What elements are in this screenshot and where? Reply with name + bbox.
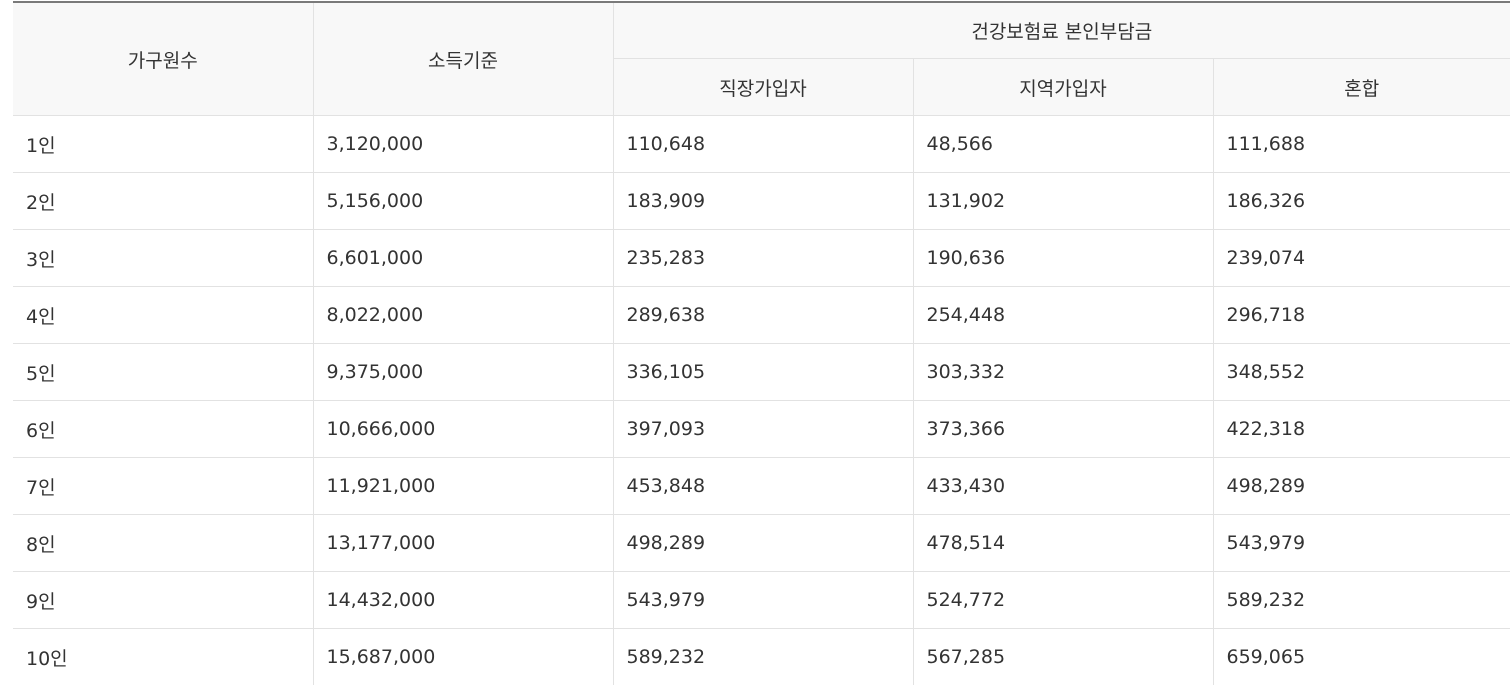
income-premium-table-container: 가구원수 소득기준 건강보험료 본인부담금 직장가입자 지역가입자 혼합 1인 … <box>13 1 1510 685</box>
cell-income: 5,156,000 <box>313 173 613 230</box>
header-row-top: 가구원수 소득기준 건강보험료 본인부담금 <box>13 2 1510 59</box>
cell-regional: 254,448 <box>913 287 1213 344</box>
cell-mixed: 186,326 <box>1213 173 1510 230</box>
cell-workplace: 589,232 <box>613 629 913 685</box>
header-household: 가구원수 <box>13 2 313 116</box>
cell-mixed: 543,979 <box>1213 515 1510 572</box>
cell-workplace: 543,979 <box>613 572 913 629</box>
cell-mixed: 296,718 <box>1213 287 1510 344</box>
cell-household: 5인 <box>13 344 313 401</box>
table-row: 5인 9,375,000 336,105 303,332 348,552 <box>13 344 1510 401</box>
cell-workplace: 336,105 <box>613 344 913 401</box>
table-body: 1인 3,120,000 110,648 48,566 111,688 2인 5… <box>13 116 1510 685</box>
table-row: 1인 3,120,000 110,648 48,566 111,688 <box>13 116 1510 173</box>
cell-household: 10인 <box>13 629 313 685</box>
cell-workplace: 498,289 <box>613 515 913 572</box>
header-workplace: 직장가입자 <box>613 59 913 116</box>
cell-mixed: 589,232 <box>1213 572 1510 629</box>
cell-mixed: 659,065 <box>1213 629 1510 685</box>
table-row: 10인 15,687,000 589,232 567,285 659,065 <box>13 629 1510 685</box>
cell-household: 4인 <box>13 287 313 344</box>
cell-household: 2인 <box>13 173 313 230</box>
income-premium-table: 가구원수 소득기준 건강보험료 본인부담금 직장가입자 지역가입자 혼합 1인 … <box>13 1 1510 685</box>
cell-mixed: 111,688 <box>1213 116 1510 173</box>
cell-income: 10,666,000 <box>313 401 613 458</box>
table-header: 가구원수 소득기준 건강보험료 본인부담금 직장가입자 지역가입자 혼합 <box>13 2 1510 116</box>
cell-mixed: 422,318 <box>1213 401 1510 458</box>
cell-household: 8인 <box>13 515 313 572</box>
table-row: 8인 13,177,000 498,289 478,514 543,979 <box>13 515 1510 572</box>
cell-regional: 131,902 <box>913 173 1213 230</box>
cell-workplace: 235,283 <box>613 230 913 287</box>
cell-income: 11,921,000 <box>313 458 613 515</box>
header-mixed: 혼합 <box>1213 59 1510 116</box>
cell-mixed: 498,289 <box>1213 458 1510 515</box>
cell-regional: 373,366 <box>913 401 1213 458</box>
header-premium-group: 건강보험료 본인부담금 <box>613 2 1510 59</box>
cell-household: 1인 <box>13 116 313 173</box>
cell-regional: 524,772 <box>913 572 1213 629</box>
cell-income: 15,687,000 <box>313 629 613 685</box>
header-regional: 지역가입자 <box>913 59 1213 116</box>
table-row: 2인 5,156,000 183,909 131,902 186,326 <box>13 173 1510 230</box>
table-row: 9인 14,432,000 543,979 524,772 589,232 <box>13 572 1510 629</box>
cell-workplace: 453,848 <box>613 458 913 515</box>
cell-income: 9,375,000 <box>313 344 613 401</box>
cell-mixed: 239,074 <box>1213 230 1510 287</box>
header-income: 소득기준 <box>313 2 613 116</box>
cell-regional: 190,636 <box>913 230 1213 287</box>
cell-income: 13,177,000 <box>313 515 613 572</box>
cell-regional: 567,285 <box>913 629 1213 685</box>
cell-workplace: 397,093 <box>613 401 913 458</box>
cell-regional: 303,332 <box>913 344 1213 401</box>
cell-regional: 478,514 <box>913 515 1213 572</box>
cell-income: 14,432,000 <box>313 572 613 629</box>
cell-household: 9인 <box>13 572 313 629</box>
cell-mixed: 348,552 <box>1213 344 1510 401</box>
cell-workplace: 183,909 <box>613 173 913 230</box>
cell-income: 6,601,000 <box>313 230 613 287</box>
cell-household: 6인 <box>13 401 313 458</box>
cell-household: 7인 <box>13 458 313 515</box>
table-row: 6인 10,666,000 397,093 373,366 422,318 <box>13 401 1510 458</box>
cell-income: 8,022,000 <box>313 287 613 344</box>
table-row: 4인 8,022,000 289,638 254,448 296,718 <box>13 287 1510 344</box>
cell-regional: 48,566 <box>913 116 1213 173</box>
cell-workplace: 110,648 <box>613 116 913 173</box>
cell-regional: 433,430 <box>913 458 1213 515</box>
table-row: 7인 11,921,000 453,848 433,430 498,289 <box>13 458 1510 515</box>
table-row: 3인 6,601,000 235,283 190,636 239,074 <box>13 230 1510 287</box>
cell-income: 3,120,000 <box>313 116 613 173</box>
cell-household: 3인 <box>13 230 313 287</box>
cell-workplace: 289,638 <box>613 287 913 344</box>
